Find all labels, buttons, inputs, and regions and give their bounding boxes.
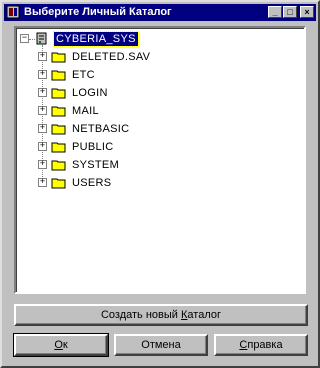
tree-connector <box>29 39 35 40</box>
expand-icon[interactable]: + <box>38 52 47 61</box>
tree-node-label: DELETED.SAV <box>72 51 151 63</box>
cancel-button[interactable]: Отмена <box>114 334 208 356</box>
ok-label-rest: к <box>62 339 68 351</box>
tree-root-label: CYBERIA_SYS <box>53 31 139 47</box>
tree-node[interactable]: + NETBASIC <box>16 122 296 136</box>
expand-icon[interactable]: + <box>38 70 47 79</box>
window-title: Выберите Личный Каталог <box>24 6 172 18</box>
tree-root-node[interactable]: − CYBERIA_SYS <box>16 31 296 47</box>
folder-icon <box>51 52 66 63</box>
close-button[interactable]: × <box>300 6 314 18</box>
folder-icon <box>51 106 66 117</box>
tree-node[interactable]: + PUBLIC <box>16 140 296 154</box>
collapse-icon[interactable]: − <box>20 34 29 43</box>
expand-icon[interactable]: + <box>38 142 47 151</box>
folder-icon <box>51 160 66 171</box>
expand-icon[interactable]: + <box>38 160 47 169</box>
folder-icon <box>51 142 66 153</box>
tree-node-label: PUBLIC <box>72 141 114 153</box>
tree-node-label: ETC <box>72 69 95 81</box>
tree-node[interactable]: + MAIL <box>16 104 296 118</box>
ok-accelerator: О <box>54 339 63 351</box>
cancel-label: Отмена <box>141 339 181 351</box>
expand-icon[interactable]: + <box>38 178 47 187</box>
expand-icon[interactable]: + <box>38 124 47 133</box>
folder-icon <box>51 124 66 135</box>
folder-icon <box>51 178 66 189</box>
folder-icon <box>51 70 66 81</box>
create-folder-button[interactable]: Создать новый Каталог <box>14 304 308 326</box>
minimize-button[interactable]: _ <box>268 6 282 18</box>
create-folder-label: Создать новый <box>100 309 181 321</box>
app-icon <box>6 5 20 19</box>
tree-node[interactable]: + DELETED.SAV <box>16 50 296 64</box>
expand-icon[interactable]: + <box>38 106 47 115</box>
tree-node[interactable]: + SYSTEM <box>16 158 296 172</box>
dialog-window: Выберите Личный Каталог _ □ × − CYBERIA_… <box>0 0 320 368</box>
tree-node[interactable]: + USERS <box>16 176 296 190</box>
title-bar[interactable]: Выберите Личный Каталог _ □ × <box>4 4 316 21</box>
tree-node-label: MAIL <box>72 105 99 117</box>
folder-icon <box>51 88 66 99</box>
server-icon <box>36 32 47 45</box>
tree-node[interactable]: + ETC <box>16 68 296 82</box>
tree-node-label: SYSTEM <box>72 159 120 171</box>
help-label-rest: правка <box>247 339 283 351</box>
tree-node[interactable]: + LOGIN <box>16 86 296 100</box>
create-folder-label-rest: аталог <box>187 309 222 321</box>
expand-icon[interactable]: + <box>38 88 47 97</box>
ok-button[interactable]: Ок <box>13 333 109 357</box>
tree-node-label: LOGIN <box>72 87 108 99</box>
tree-node-label: USERS <box>72 177 112 189</box>
help-button[interactable]: Справка <box>214 334 308 356</box>
tree-node-label: NETBASIC <box>72 123 130 135</box>
maximize-button[interactable]: □ <box>283 6 297 18</box>
directory-tree[interactable]: − CYBERIA_SYS + DELETED.SAV + ETC + LOGI… <box>14 26 306 294</box>
